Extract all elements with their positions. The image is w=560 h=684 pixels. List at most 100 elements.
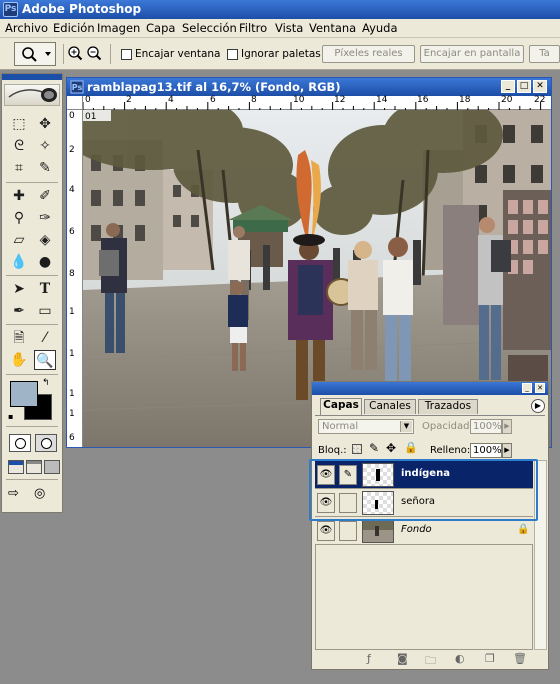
ignore-palettes-checkbox[interactable] <box>227 49 238 60</box>
adjustment-layer-icon[interactable]: ◐ <box>455 652 465 665</box>
chevron-down-icon: ▼ <box>400 421 412 432</box>
rectangular-marquee-icon[interactable]: ⬚ <box>8 114 30 134</box>
adobe-feather-logo[interactable] <box>4 84 60 106</box>
lasso-icon[interactable]: ᘓ <box>8 136 30 156</box>
photoshop-logo-icon: Ps <box>3 2 18 17</box>
tab-trazados[interactable]: Trazados <box>418 399 478 414</box>
menu-seleccion[interactable]: Selección <box>182 21 237 35</box>
opacity-label: Opacidad: <box>422 421 473 432</box>
ruler-origin[interactable] <box>67 96 83 110</box>
menu-ventana[interactable]: Ventana <box>309 21 356 35</box>
opacity-field[interactable]: 100% <box>470 419 502 434</box>
options-bar: Encajar ventana Ignorar paletas Píxeles … <box>0 38 560 70</box>
menu-edicion[interactable]: Edición <box>53 21 95 35</box>
maximize-icon[interactable]: □ <box>517 80 531 93</box>
menu-imagen[interactable]: Imagen <box>97 21 140 35</box>
blur-icon[interactable]: 💧 <box>8 252 30 272</box>
new-group-icon[interactable]: 🗀 <box>425 652 436 671</box>
foreground-color-swatch[interactable] <box>10 381 38 407</box>
screen-mode-full-icon[interactable] <box>44 460 60 474</box>
actual-pixels-button[interactable]: Píxeles reales <box>322 45 415 63</box>
document-title-bar[interactable]: Ps ramblapag13.tif al 16,7% (Fondo, RGB)… <box>67 78 551 96</box>
add-mask-icon[interactable]: ◙ <box>397 652 408 665</box>
move-tool-icon[interactable]: ✥ <box>34 114 56 134</box>
lock-label: Bloq.: <box>318 445 347 456</box>
slice-icon[interactable]: ✎ <box>34 158 56 178</box>
menu-vista[interactable]: Vista <box>275 21 303 35</box>
lock-transparency-icon[interactable] <box>352 444 362 454</box>
tab-canales[interactable]: Canales <box>364 399 416 414</box>
app-title: Adobe Photoshop <box>22 2 142 16</box>
new-layer-icon[interactable]: ❐ <box>485 652 495 665</box>
zoom-out-icon[interactable] <box>86 45 102 61</box>
lock-all-icon[interactable]: 🔒 <box>404 441 418 454</box>
blend-mode-select[interactable]: Normal ▼ <box>318 419 414 434</box>
paint-bucket-icon[interactable]: ◈ <box>34 230 56 250</box>
palette-menu-arrow-icon[interactable]: ▶ <box>531 399 545 413</box>
tab-capas[interactable]: Capas <box>320 398 362 415</box>
document-icon: Ps <box>70 80 84 94</box>
lock-paint-icon[interactable]: ✎ <box>369 441 379 455</box>
layers-palette-title-bar[interactable]: _ ✕ <box>312 382 548 395</box>
resize-window-checkbox[interactable] <box>121 49 132 60</box>
toolbox-title-bar[interactable] <box>2 74 62 80</box>
magic-wand-icon[interactable]: ✧ <box>34 136 56 156</box>
menu-capa[interactable]: Capa <box>146 21 175 35</box>
fill-field[interactable]: 100% <box>470 443 502 458</box>
ruler-left-label: 1 <box>69 307 75 317</box>
ignore-palettes-label: Ignorar paletas <box>241 48 321 60</box>
ruler-left-label: 2 <box>69 145 75 155</box>
rectangle-shape-icon[interactable]: ▭ <box>34 301 56 321</box>
palette-close-icon[interactable]: ✕ <box>535 383 545 393</box>
highlight-annotation-box <box>309 459 538 521</box>
eyedropper-icon[interactable]: ⁄ <box>34 328 56 348</box>
menu-ayuda[interactable]: Ayuda <box>362 21 398 35</box>
quick-mask-icon[interactable] <box>35 434 57 452</box>
ruler-top-label: 6 <box>210 95 216 105</box>
fit-screen-button[interactable]: Encajar en pantalla <box>420 45 524 63</box>
history-brush-icon[interactable]: ✑ <box>34 208 56 228</box>
layer-row-fondo[interactable]: 👁 Fondo 🔒 <box>315 517 533 545</box>
crop-icon[interactable]: ⌗ <box>8 158 30 178</box>
ruler-top-label: 8 <box>251 95 257 105</box>
brush-icon[interactable]: ✐ <box>34 186 56 206</box>
path-selection-icon[interactable]: ➤ <box>8 279 30 299</box>
ruler-left-label: 8 <box>69 269 75 279</box>
pen-icon[interactable]: ✒ <box>8 301 30 321</box>
trash-icon[interactable]: 🗑 <box>513 652 527 665</box>
menu-filtro[interactable]: Filtro <box>239 21 267 35</box>
screen-mode-standard-icon[interactable] <box>8 460 24 474</box>
zoom-in-icon[interactable] <box>67 45 83 61</box>
dodge-icon[interactable]: ● <box>34 252 56 272</box>
minimize-icon[interactable]: _ <box>501 80 515 93</box>
fill-slider-arrow-icon[interactable]: ▶ <box>502 443 512 458</box>
link-slot[interactable] <box>339 521 357 541</box>
lock-move-icon[interactable]: ✥ <box>386 441 396 455</box>
swap-colors-icon[interactable]: ↰ <box>42 378 50 388</box>
type-tool-icon[interactable]: T <box>34 279 56 299</box>
magnifier-icon <box>22 47 51 62</box>
standard-mode-icon[interactable] <box>9 434 31 452</box>
notes-icon[interactable]: 🗎 <box>8 328 30 348</box>
fill-label: Relleno: <box>430 445 471 456</box>
document-icon-letters: Ps <box>72 83 83 92</box>
zoom-tool-preset-button[interactable] <box>14 42 56 66</box>
screen-mode-full-menu-icon[interactable] <box>26 460 42 474</box>
hand-icon[interactable]: ✋ <box>8 350 30 370</box>
layer-style-icon[interactable]: ƒ <box>367 652 371 665</box>
healing-brush-icon[interactable]: ✚ <box>8 186 30 206</box>
default-colors-icon[interactable]: ▪ <box>8 412 13 421</box>
zoom-tool-icon[interactable]: 🔍 <box>34 350 56 370</box>
eye-icon[interactable]: 👁 <box>317 521 335 541</box>
close-icon[interactable]: ✕ <box>533 80 547 93</box>
ruler-top-label: 20 <box>501 95 513 105</box>
eraser-icon[interactable]: ▱ <box>8 230 30 250</box>
menu-archivo[interactable]: Archivo <box>5 21 48 35</box>
clone-stamp-icon[interactable]: ⚲ <box>8 208 30 228</box>
ruler-top-label: 14 <box>376 95 388 105</box>
palette-minimize-icon[interactable]: _ <box>522 383 532 393</box>
imageready-icon[interactable]: ◎ <box>34 486 58 504</box>
opacity-slider-arrow-icon[interactable]: ▶ <box>502 419 512 434</box>
print-size-button[interactable]: Ta <box>529 45 560 63</box>
jump-to-imageready-icon[interactable]: ⇨ <box>8 486 32 504</box>
